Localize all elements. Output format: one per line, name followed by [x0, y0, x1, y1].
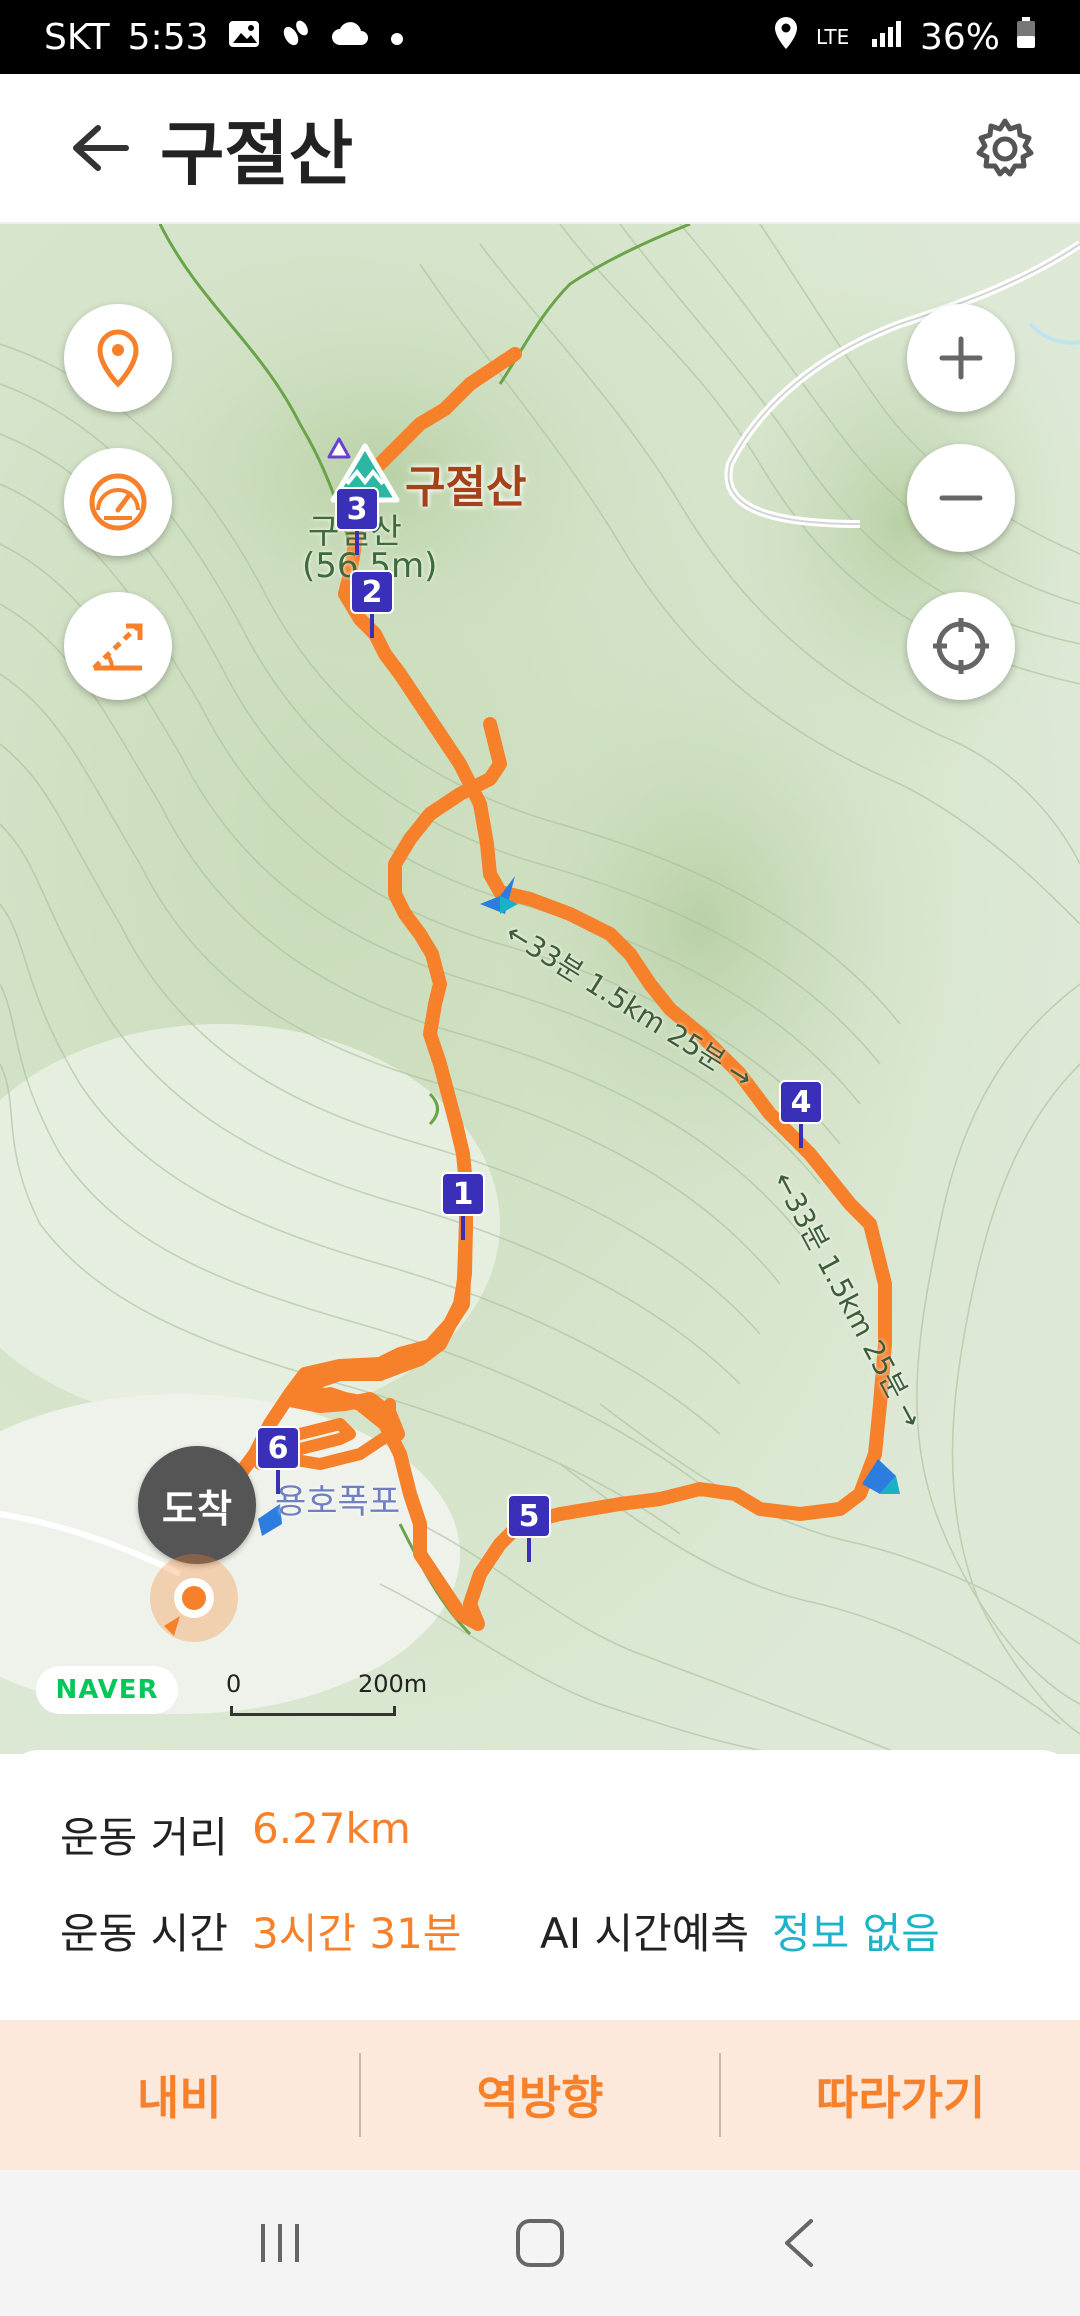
- follow-button[interactable]: 따라가기: [721, 2020, 1080, 2170]
- home-button[interactable]: [480, 2193, 600, 2293]
- current-location-icon: [150, 1554, 238, 1642]
- marker-number: 4: [779, 1080, 823, 1124]
- map-view[interactable]: 구절산 구절산 (56 5m) 용호폭포 ←33분 1.5km 25분 → ←3…: [0, 224, 1080, 1754]
- gallery-icon: [227, 17, 261, 58]
- status-right: LTE 36%: [772, 15, 1036, 60]
- back-button[interactable]: [40, 73, 160, 223]
- location-pin-icon: [97, 329, 139, 388]
- time-label: 운동 시간: [60, 1909, 228, 1958]
- zoom-out-button[interactable]: [907, 444, 1015, 552]
- route-marker-6[interactable]: 6: [256, 1426, 300, 1496]
- reverse-button[interactable]: 역방향: [361, 2020, 720, 2170]
- slope-icon: [92, 623, 143, 671]
- home-icon: [516, 2219, 564, 2267]
- marker-number: 2: [350, 570, 394, 614]
- recent-apps-icon: [261, 2224, 299, 2262]
- route-marker-3[interactable]: 3: [335, 487, 379, 557]
- battery-text: 36%: [919, 16, 1000, 58]
- marker-number: 3: [335, 487, 379, 531]
- arrow-left-icon: [73, 125, 129, 171]
- navigate-button[interactable]: 내비: [0, 2020, 359, 2170]
- route-marker-4[interactable]: 4: [779, 1080, 823, 1150]
- settings-button[interactable]: [960, 104, 1050, 194]
- naver-logo: NAVER: [36, 1666, 178, 1714]
- footprint-icon: [279, 16, 313, 59]
- dot-icon: [387, 17, 407, 58]
- app-bar: 구절산: [0, 74, 1080, 224]
- info-panel: 운동 거리 6.27km 운동 시간 3시간 31분 AI 시간예측 정보 없음: [0, 1750, 1080, 2020]
- summit-marker-icon: [327, 437, 351, 459]
- gear-icon: [976, 118, 1034, 177]
- distance-label: 운동 거리: [60, 1813, 228, 1862]
- marker-number: 5: [507, 1494, 551, 1538]
- chevron-left-icon: [785, 2219, 813, 2267]
- route-marker-2[interactable]: 2: [350, 570, 394, 640]
- zoom-out-icon: [939, 495, 983, 501]
- network-text: LTE: [815, 25, 850, 49]
- zoom-in-icon: [939, 336, 983, 380]
- scale-zero-label: 0: [226, 1670, 242, 1698]
- time-value: 3시간 31분: [252, 1909, 462, 1958]
- speedometer-icon: [89, 473, 147, 531]
- peak-name-label: 구절산: [405, 462, 527, 513]
- marker-number: 6: [256, 1426, 300, 1470]
- time-row: 운동 시간 3시간 31분: [60, 1900, 461, 1961]
- ai-estimate-value: 정보 없음: [772, 1909, 940, 1958]
- system-nav-bar: [0, 2170, 1080, 2316]
- carrier-text: SKT: [44, 16, 110, 58]
- status-left: SKT 5:53: [44, 16, 407, 59]
- route-marker-1[interactable]: 1: [441, 1172, 485, 1242]
- status-bar: SKT 5:53 LTE 36%: [0, 0, 1080, 74]
- recent-apps-button[interactable]: [220, 2193, 340, 2293]
- action-bar: 내비 역방향 따라가기: [0, 2020, 1080, 2170]
- system-back-button[interactable]: [740, 2193, 860, 2293]
- distance-value: 6.27km: [252, 1804, 411, 1853]
- signal-icon: [870, 17, 904, 58]
- slope-button[interactable]: [64, 592, 172, 700]
- scale-distance-label: 200m: [358, 1670, 428, 1698]
- marker-number: 1: [441, 1172, 485, 1216]
- location-pin-button[interactable]: [64, 304, 172, 412]
- crosshair-icon: [933, 618, 989, 674]
- ai-estimate-label: AI 시간예측: [540, 1909, 750, 1958]
- map-scale: 0 200m: [226, 1670, 427, 1720]
- location-status-icon: [772, 15, 800, 60]
- cloud-icon: [331, 17, 369, 58]
- scale-bar: [230, 1706, 396, 1716]
- battery-icon: [1016, 16, 1036, 58]
- zoom-in-button[interactable]: [907, 304, 1015, 412]
- clock-text: 5:53: [127, 16, 209, 58]
- my-location-button[interactable]: [907, 592, 1015, 700]
- route-marker-5[interactable]: 5: [507, 1494, 551, 1564]
- distance-row: 운동 거리 6.27km: [60, 1804, 411, 1865]
- speed-button[interactable]: [64, 448, 172, 556]
- page-title: 구절산: [160, 112, 354, 195]
